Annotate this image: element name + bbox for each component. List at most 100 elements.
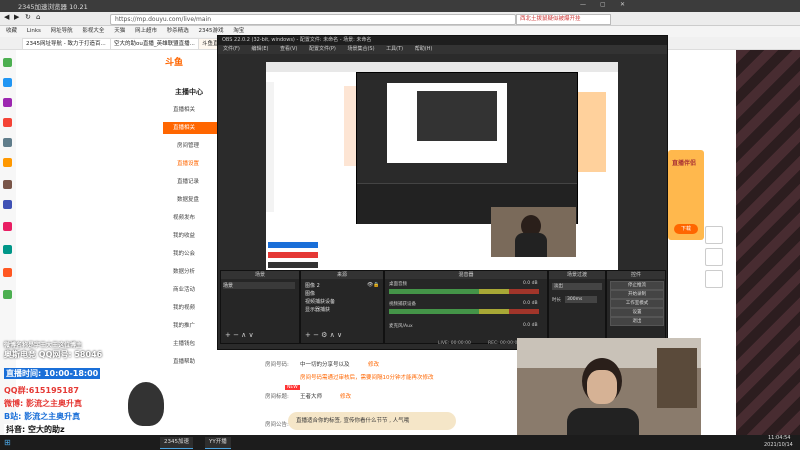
app-icon[interactable] [3, 222, 12, 231]
app-icon[interactable] [3, 200, 12, 209]
bookmark-item[interactable]: 影视大全 [82, 26, 104, 37]
obs-menu-item[interactable]: 帮助(H) [415, 46, 433, 52]
exit-button[interactable]: 退出 [610, 317, 664, 326]
source-item[interactable]: 图像 2 [305, 282, 320, 289]
edit-link[interactable]: 修改 [368, 360, 379, 368]
nav-item[interactable]: 视频发布 [163, 212, 218, 224]
mixer-db: 0.0 dB [523, 323, 538, 328]
dock-title: 控件 [607, 271, 665, 279]
stop-stream-button[interactable]: 停止推流 [610, 281, 664, 290]
nav-item[interactable]: 直播帮助 [163, 356, 218, 368]
scenes-dock: 场景 场景 + − ∧ ∨ [220, 270, 300, 344]
browser-tab[interactable]: 空大的助ou直播_英雄联盟直播... [110, 38, 200, 50]
sources-dock: 来源 图像 2 图像 视频捕获设备 显示器捕获 👁🔒 + − ⚙ ∧ ∨ [300, 270, 384, 344]
eye-icon[interactable]: 👁🔒 [367, 282, 380, 288]
bookmark-item[interactable]: 网址导航 [51, 26, 73, 37]
obs-menu-item[interactable]: 工具(T) [386, 46, 403, 52]
volume-meter [389, 289, 539, 294]
obs-menu-item[interactable]: 查看(V) [280, 46, 297, 52]
app-icon[interactable] [3, 58, 12, 67]
nav-item[interactable]: 主播钱包 [163, 338, 218, 350]
source-item[interactable]: 视频捕获设备 [305, 298, 335, 305]
transition-select[interactable]: 淡出 [552, 283, 602, 290]
taskbar-item[interactable]: 2345加速 [160, 437, 193, 449]
back-icon[interactable]: ◀ [4, 13, 9, 21]
anchor-center-nav: 主播中心 直播相关 直播相关 房间管理 直播设置 直播记录 数据复盘 视频发布 … [163, 82, 218, 372]
duration-input[interactable]: 300ms [565, 296, 597, 303]
nav-item-selected[interactable]: 直播相关 [163, 122, 218, 134]
nav-item[interactable]: 我的推广 [163, 320, 218, 332]
bookmark-item[interactable]: 天猫 [114, 26, 125, 37]
obs-menu-item[interactable]: 编辑(E) [251, 46, 268, 52]
studio-mode-button[interactable]: 工作室模式 [610, 299, 664, 308]
bookmark-item[interactable]: 秒杀精选 [167, 26, 189, 37]
obs-preview[interactable] [266, 62, 618, 276]
refresh-icon[interactable]: ↻ [25, 13, 31, 21]
start-icon[interactable]: ⊞ [4, 438, 11, 447]
row-label: 房间公告: [265, 422, 289, 428]
bookmark-item[interactable]: Links [27, 26, 41, 37]
search-input[interactable]: 西北土拨鼠疑似被爆开挂 [516, 14, 611, 25]
bookmark-item[interactable]: 收藏 [6, 26, 17, 37]
share-icon[interactable] [705, 270, 723, 288]
nav-subitem[interactable]: 数据复盘 [163, 194, 218, 206]
app-icon[interactable] [3, 138, 12, 147]
nav-item[interactable]: 我的视频 [163, 302, 218, 314]
source-item[interactable]: 图像 [305, 290, 315, 297]
promo-banner[interactable]: 直播伴侣 下载 [668, 150, 704, 240]
dock-title: 场景过渡 [549, 271, 605, 279]
obs-menu-item[interactable]: 文件(F) [223, 46, 240, 52]
nav-subitem-active[interactable]: 直播设置 [163, 158, 218, 170]
settings-button[interactable]: 设置 [610, 308, 664, 317]
taskbar-item[interactable]: YY开播 [205, 437, 231, 449]
app-icon[interactable] [3, 158, 12, 167]
promo-text: 直播伴侣 [672, 160, 697, 167]
nav-item[interactable]: 商业活动 [163, 284, 218, 296]
close-icon[interactable]: ✕ [620, 1, 625, 8]
start-recording-button[interactable]: 开始录制 [610, 290, 664, 299]
edit-link[interactable]: 修改 [340, 392, 351, 400]
float-icon[interactable] [705, 226, 723, 244]
preview-nested-obs [356, 72, 578, 224]
app-icon[interactable] [3, 78, 12, 87]
address-input[interactable]: https://mp.douyu.com/live/main [110, 14, 516, 25]
nav-subitem[interactable]: 房间管理 [163, 140, 218, 152]
add-icon[interactable]: + − ⚙ ∧ ∨ [305, 331, 342, 339]
forward-icon[interactable]: ▶ [14, 13, 19, 21]
nav-subitem[interactable]: 直播记录 [163, 176, 218, 188]
app-icon[interactable] [3, 268, 12, 277]
obs-menu-item[interactable]: 配置文件(P) [309, 46, 336, 52]
douyu-logo: 斗鱼 [165, 58, 184, 68]
preview-webcam [491, 207, 576, 257]
download-button[interactable]: 下载 [674, 224, 698, 234]
webcam-feed [517, 338, 701, 440]
app-icon[interactable] [3, 180, 12, 189]
nav-item[interactable]: 我的公会 [163, 248, 218, 260]
add-icon[interactable]: + − ∧ ∨ [225, 331, 254, 339]
mixer-label: 视频捕获设备 [389, 302, 416, 307]
scene-item[interactable]: 场景 [223, 282, 295, 289]
nav-item[interactable]: 数据分析 [163, 266, 218, 278]
app-icon[interactable] [3, 118, 12, 127]
home-icon[interactable] [705, 248, 723, 266]
browser-title-bar: 2345加速浏览器 10.21 — ▢ ✕ [0, 0, 800, 12]
obs-window[interactable]: OBS 22.0.2 (32-bit, windows) - 配置文件: 未命名… [217, 35, 668, 350]
source-item[interactable]: 显示器捕获 [305, 306, 330, 313]
bookmark-item[interactable]: 网上超市 [135, 26, 157, 37]
app-icon[interactable] [3, 290, 12, 299]
overlay-douyin: 抖音: 空大的助z [4, 424, 67, 435]
nav-item[interactable]: 我的收益 [163, 230, 218, 242]
app-icon[interactable] [3, 245, 12, 254]
mixer-dock: 混音器 桌面音频 0.0 dB 视频捕获设备 0.0 dB 麦克风/Aux 0.… [384, 270, 548, 344]
app-icon[interactable] [3, 98, 12, 107]
browser-tab[interactable]: 2345网址导航 - 致力于打造百... [22, 38, 112, 50]
obs-menu-item[interactable]: 场景集合(S) [347, 46, 374, 52]
browser-title: 2345加速浏览器 10.21 [18, 3, 88, 11]
home-icon[interactable]: ⌂ [36, 13, 40, 21]
row-value: 王者大师 [300, 394, 323, 400]
minimize-icon[interactable]: — [580, 1, 586, 8]
nav-item[interactable]: 直播相关 [163, 104, 218, 116]
status-live: LIVE: 00:00:00 [438, 341, 471, 346]
mixer-label: 麦克风/Aux [389, 324, 413, 329]
maximize-icon[interactable]: ▢ [600, 1, 606, 8]
